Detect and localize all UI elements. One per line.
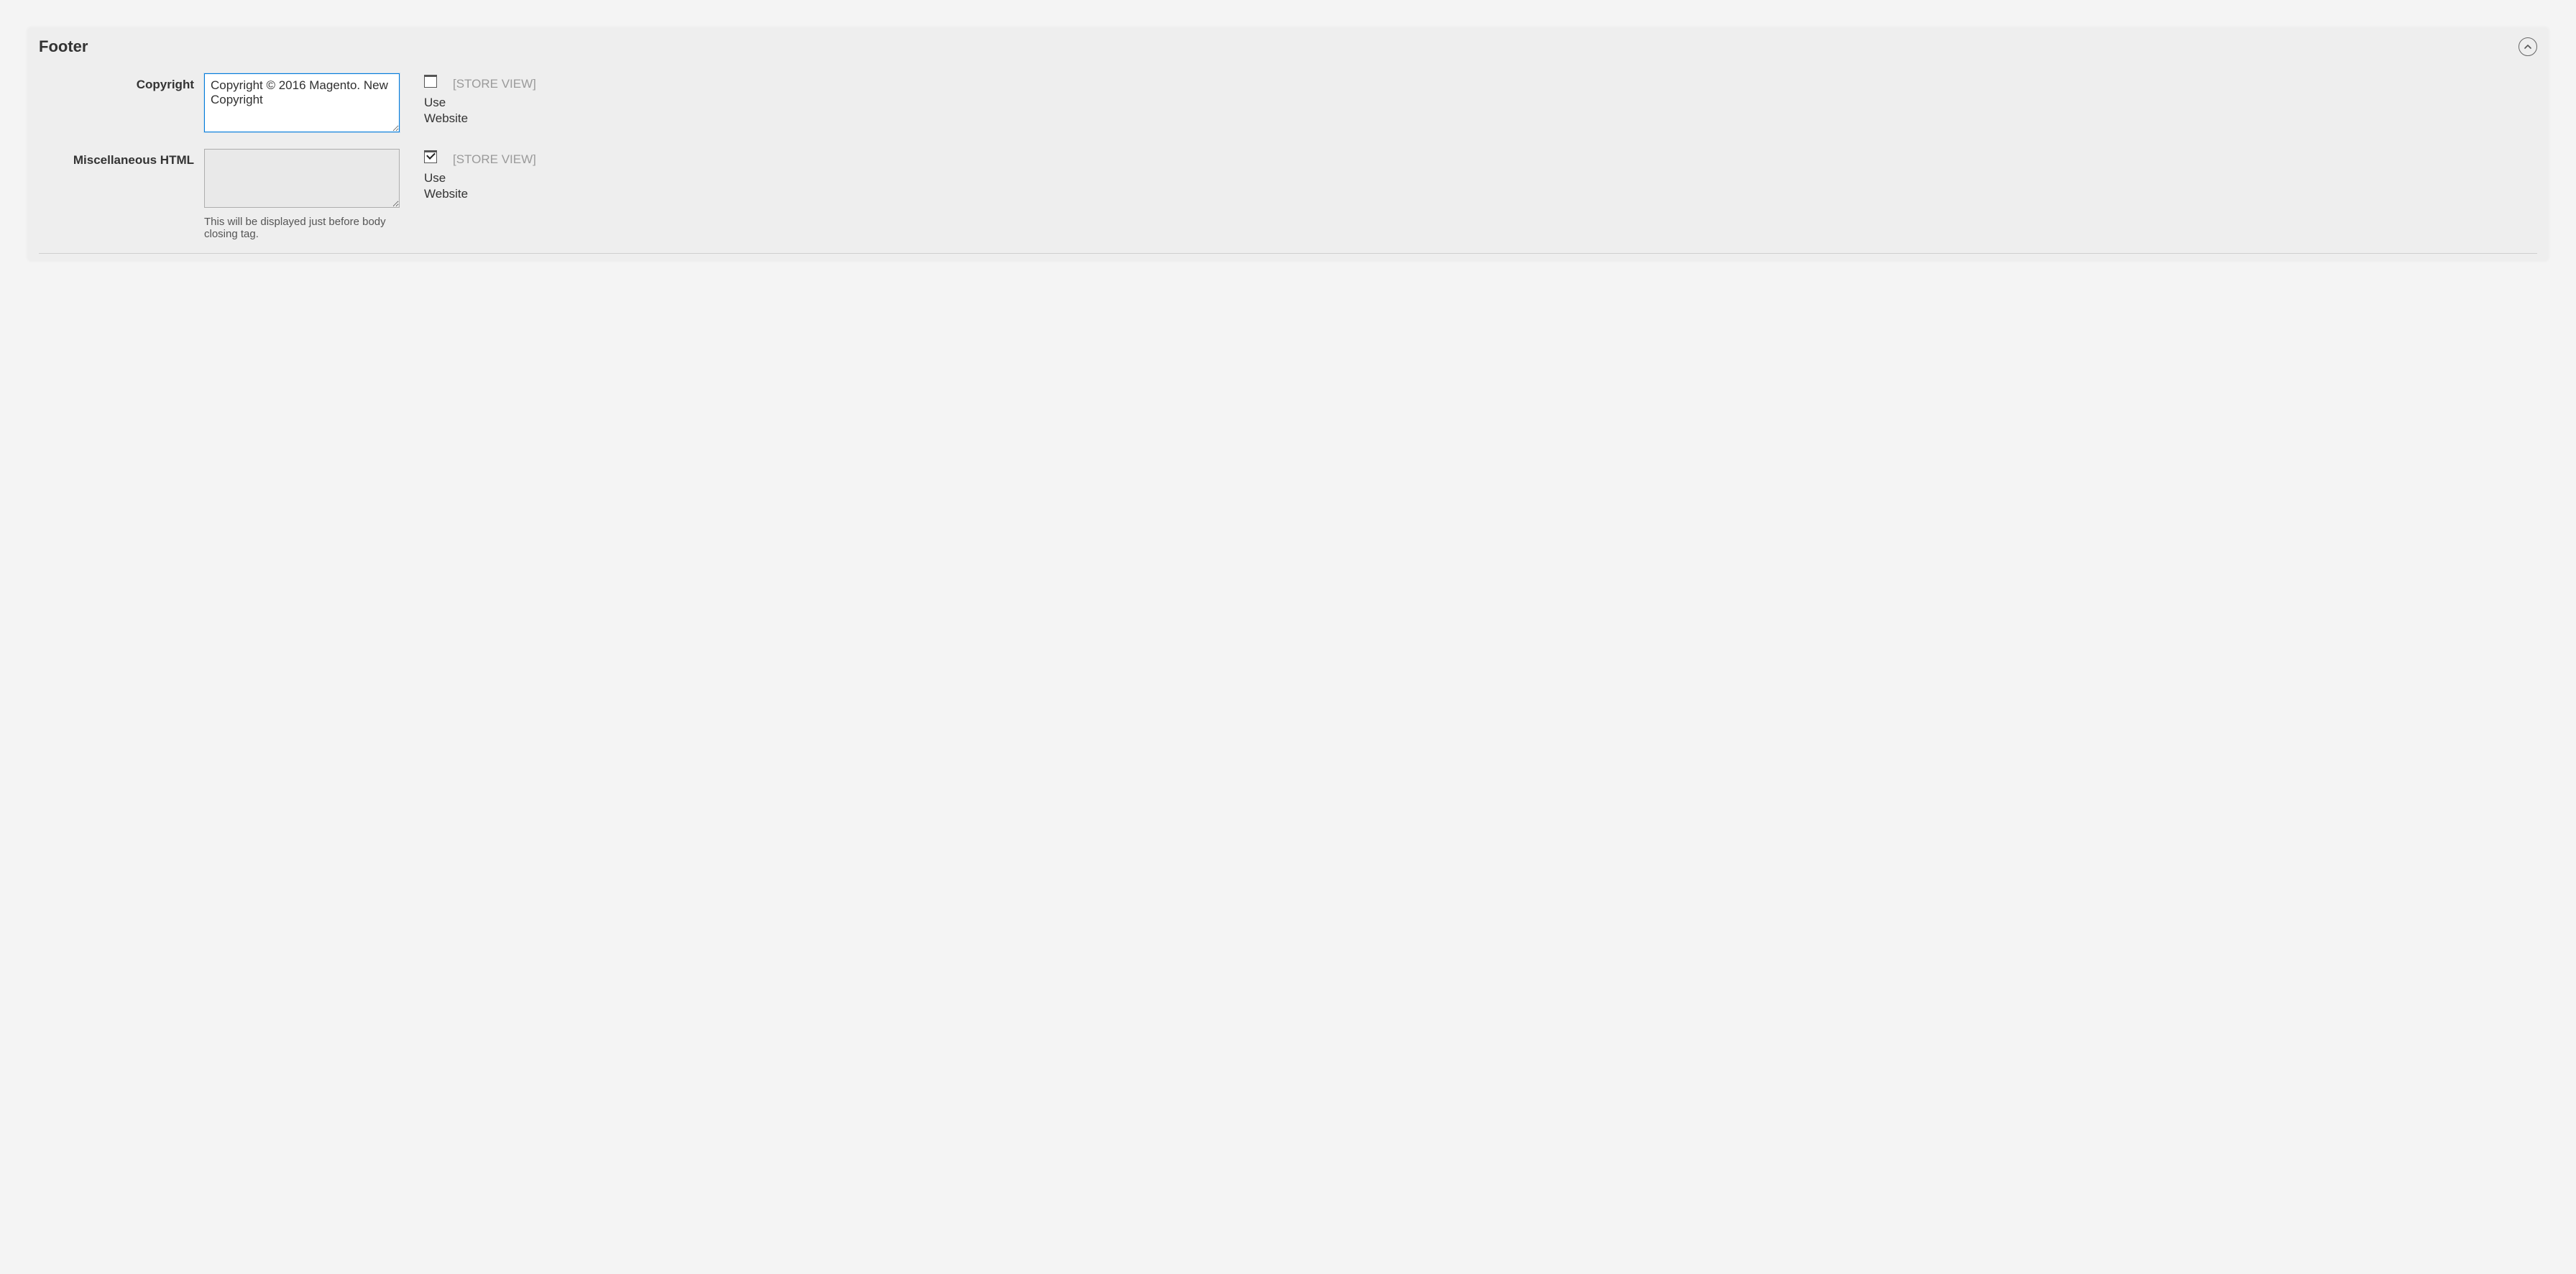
- copyright-use-website-label: Use Website: [424, 95, 453, 127]
- copyright-textarea[interactable]: [204, 73, 400, 132]
- misc-html-row: Miscellaneous HTML This will be displaye…: [39, 149, 2537, 240]
- section-title: Footer: [39, 37, 88, 56]
- misc-html-label: Miscellaneous HTML: [39, 149, 204, 168]
- footer-section-panel: Footer Copyright Use Website [STORE VIEW…: [27, 27, 2549, 261]
- misc-html-helper: This will be displayed just before body …: [204, 216, 400, 240]
- misc-html-scope: [STORE VIEW]: [453, 149, 2537, 168]
- chevron-up-icon: [2524, 42, 2532, 51]
- copyright-row: Copyright Use Website [STORE VIEW]: [39, 73, 2537, 136]
- misc-html-use-website-label: Use Website: [424, 170, 453, 202]
- misc-html-use-website-checkbox[interactable]: [424, 150, 437, 163]
- copyright-scope: [STORE VIEW]: [453, 73, 2537, 92]
- copyright-use-website-checkbox[interactable]: [424, 75, 437, 88]
- misc-html-textarea[interactable]: [204, 149, 400, 208]
- copyright-label: Copyright: [39, 73, 204, 92]
- collapse-button[interactable]: [2518, 37, 2537, 56]
